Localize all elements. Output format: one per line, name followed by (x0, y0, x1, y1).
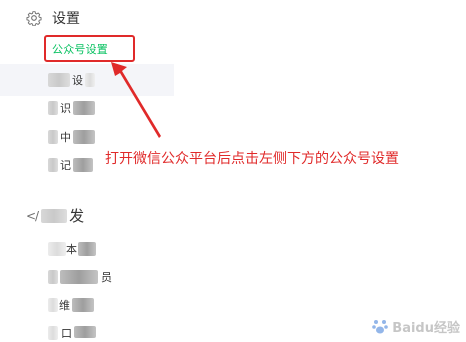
paw-logo-icon (372, 320, 389, 334)
watermark-text: Baidu经验 (392, 320, 460, 336)
annotation-arrow (111, 62, 161, 138)
watermark: Baidu经验 (371, 316, 460, 336)
annotation-text: 打开微信公众平台后点击左侧下方的公众号设置 (105, 151, 399, 167)
